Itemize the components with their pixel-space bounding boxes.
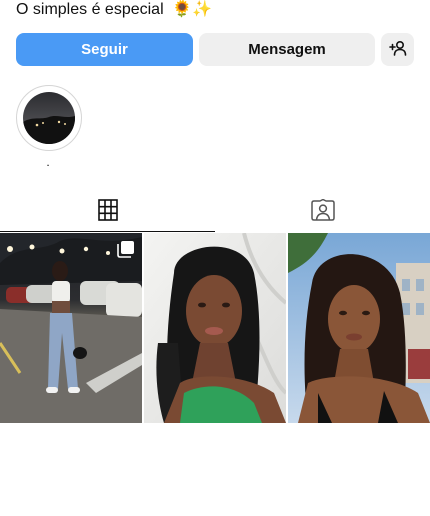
add-user-icon (388, 40, 407, 60)
multiple-photos-icon (117, 240, 135, 258)
profile-tabs (0, 192, 430, 232)
suggest-users-button[interactable] (381, 33, 414, 66)
post-thumbnail[interactable] (0, 233, 142, 423)
active-tab-indicator (0, 231, 215, 232)
profile-bio: O simples é especial 🌻✨ (16, 0, 212, 22)
posts-grid (0, 233, 430, 423)
tab-tagged[interactable] (215, 192, 430, 232)
tab-posts-grid[interactable] (0, 192, 215, 232)
grid-icon (97, 198, 118, 226)
highlight-cover-image (23, 92, 75, 144)
post-thumbnail[interactable] (288, 233, 430, 423)
highlight-label: . (46, 155, 50, 169)
post-thumbnail[interactable] (144, 233, 286, 423)
message-button[interactable]: Mensagem (199, 33, 375, 66)
follow-button[interactable]: Seguir (16, 33, 193, 66)
bio-emojis: 🌻✨ (172, 1, 212, 18)
story-highlight[interactable] (16, 85, 82, 151)
bio-text: O simples é especial (16, 1, 164, 18)
profile-actions: Seguir Mensagem (16, 33, 414, 66)
tagged-person-icon (310, 198, 335, 226)
